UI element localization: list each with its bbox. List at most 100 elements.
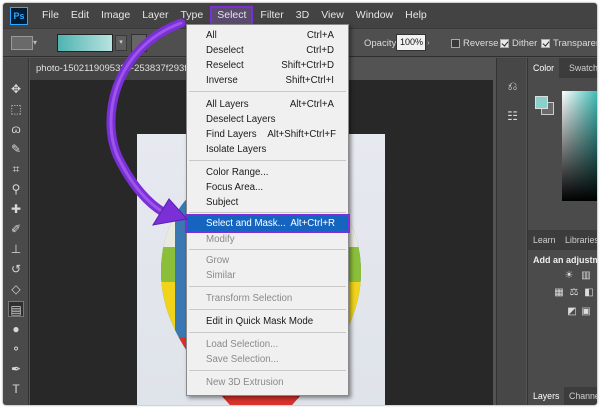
brush-tool-icon[interactable]: ✐ — [8, 221, 24, 237]
color-picker-field[interactable] — [562, 91, 597, 201]
menu-item-deselect[interactable]: Deselect Ctrl+D — [187, 43, 348, 58]
tab-libraries[interactable]: Libraries — [560, 230, 597, 250]
quick-selection-tool-icon[interactable]: ✎ — [8, 141, 24, 157]
menu-separator — [189, 370, 346, 371]
menu-layer[interactable]: Layer — [136, 3, 174, 28]
menu-item-label: Grow — [206, 255, 230, 266]
menu-item-label: Subject — [206, 197, 239, 208]
opacity-input[interactable]: 100% — [396, 34, 426, 51]
foreground-color-swatch[interactable] — [535, 96, 548, 109]
tab-color[interactable]: Color — [528, 58, 560, 78]
color-panel-tabs: Color Swatches — [528, 58, 597, 78]
history-panel-icon[interactable]: ⎌ — [504, 78, 521, 95]
tool-preset-picker[interactable] — [11, 36, 33, 50]
tab-swatches[interactable]: Swatches — [564, 58, 597, 78]
menu-item-grow[interactable]: Grow — [187, 253, 348, 268]
invert-icon[interactable]: ◩ — [566, 306, 578, 318]
tab-learn[interactable]: Learn — [528, 230, 561, 250]
menu-item-all-layers[interactable]: All Layers Alt+Ctrl+A — [187, 97, 348, 112]
menu-separator — [189, 160, 346, 161]
menu-window[interactable]: Window — [350, 3, 399, 28]
document-tab[interactable]: photo-1502119095335-253837f293f9 — [30, 58, 188, 80]
black-white-icon[interactable]: ◧ — [583, 287, 595, 299]
menu-edit[interactable]: Edit — [65, 3, 95, 28]
layers-panel-tabs: Layers Channels — [528, 387, 597, 405]
shortcut: Ctrl+D — [306, 45, 334, 56]
menu-item-modify[interactable]: Modify — [187, 232, 348, 247]
clone-stamp-tool-icon[interactable]: ⊥ — [8, 241, 24, 257]
healing-brush-tool-icon[interactable]: ✚ — [8, 201, 24, 217]
shortcut: Shift+Ctrl+I — [285, 75, 334, 86]
menu-item-isolate-layers[interactable]: Isolate Layers — [187, 142, 348, 157]
menu-item-find-layers[interactable]: Find Layers Alt+Shift+Ctrl+F — [187, 127, 348, 142]
linear-gradient-button[interactable] — [131, 34, 147, 52]
menu-item-similar[interactable]: Similar — [187, 268, 348, 283]
menu-item-color-range[interactable]: Color Range... — [187, 165, 348, 180]
chevron-down-icon[interactable]: › — [427, 38, 430, 47]
menu-item-reselect[interactable]: Reselect Shift+Ctrl+D — [187, 58, 348, 73]
menu-item-label: Select and Mask... — [206, 218, 286, 229]
eraser-tool-icon[interactable]: ◇ — [8, 281, 24, 297]
menu-image[interactable]: Image — [95, 3, 136, 28]
menu-item-label: Edit in Quick Mask Mode — [206, 316, 314, 327]
type-tool-icon[interactable]: T — [8, 381, 24, 397]
hue-saturation-icon[interactable]: ▦ — [553, 287, 565, 299]
menu-item-label: Deselect — [206, 45, 244, 56]
menu-item-transform-selection[interactable]: Transform Selection — [187, 291, 348, 306]
menu-item-load-selection[interactable]: Load Selection... — [187, 337, 348, 352]
lasso-tool-icon[interactable]: ɷ — [8, 121, 24, 137]
menu-item-quick-mask[interactable]: Edit in Quick Mask Mode — [187, 314, 348, 329]
history-brush-tool-icon[interactable]: ↺ — [8, 261, 24, 277]
eyedropper-tool-icon[interactable]: ⚲ — [8, 181, 24, 197]
menu-file[interactable]: File — [36, 3, 65, 28]
menu-select[interactable]: Select — [210, 6, 254, 25]
gradient-picker[interactable] — [57, 34, 113, 52]
menu-item-select-and-mask[interactable]: Select and Mask... Alt+Ctrl+R — [185, 214, 350, 233]
levels-icon[interactable]: ▥ — [580, 270, 592, 282]
menu-item-focus-area[interactable]: Focus Area... — [187, 180, 348, 195]
properties-panel-icon[interactable]: ☷ — [504, 108, 521, 125]
chevron-down-icon[interactable]: ▾ — [33, 38, 37, 47]
menu-separator — [189, 212, 346, 213]
gradient-dropdown-button[interactable]: ▾ — [115, 35, 127, 51]
menu-help[interactable]: Help — [399, 3, 433, 28]
crop-tool-icon[interactable]: ⌗ — [8, 161, 24, 177]
menu-item-new-3d-extrusion[interactable]: New 3D Extrusion — [187, 375, 348, 390]
menu-item-all[interactable]: All Ctrl+A — [187, 28, 348, 43]
menu-separator — [189, 249, 346, 250]
marquee-tool-icon[interactable]: ⬚ — [8, 101, 24, 117]
menu-item-inverse[interactable]: Inverse Shift+Ctrl+I — [187, 73, 348, 88]
pen-tool-icon[interactable]: ✒ — [8, 361, 24, 377]
shortcut: Shift+Ctrl+D — [281, 60, 334, 71]
menu-separator — [189, 309, 346, 310]
color-balance-icon[interactable]: ⚖ — [568, 287, 580, 299]
menu-item-label: Similar — [206, 270, 236, 281]
dither-checkbox[interactable] — [500, 39, 509, 48]
move-tool-icon[interactable]: ✥ — [8, 81, 24, 97]
menu-item-label: Color Range... — [206, 167, 269, 178]
menu-item-deselect-layers[interactable]: Deselect Layers — [187, 112, 348, 127]
menu-item-label: Load Selection... — [206, 339, 279, 350]
menu-item-label: Focus Area... — [206, 182, 264, 193]
photoshop-window: Ps File Edit Image Layer Type Select Fil… — [3, 3, 597, 405]
photoshop-logo[interactable]: Ps — [10, 6, 28, 25]
transparency-label: Transparency — [553, 38, 597, 49]
tab-channels[interactable]: Channels — [564, 387, 597, 405]
menu-item-label: Transform Selection — [206, 293, 293, 304]
threshold-icon[interactable]: ▣ — [580, 306, 592, 318]
shortcut: Alt+Shift+Ctrl+F — [267, 129, 336, 140]
reverse-checkbox[interactable] — [451, 39, 460, 48]
panel-icon-dock: ⎌ ☷ — [496, 58, 526, 405]
dither-label: Dither — [512, 38, 538, 49]
shortcut: Alt+Ctrl+R — [290, 218, 335, 229]
gradient-tool-icon[interactable]: ▤ — [8, 301, 24, 317]
blur-tool-icon[interactable]: ● — [8, 321, 24, 337]
menu-item-label: Save Selection... — [206, 354, 279, 365]
brightness-icon[interactable]: ☀ — [563, 270, 575, 282]
shortcut: Alt+Ctrl+A — [289, 99, 334, 110]
menu-item-subject[interactable]: Subject — [187, 195, 348, 210]
transparency-checkbox[interactable] — [541, 39, 550, 48]
menu-item-save-selection[interactable]: Save Selection... — [187, 352, 348, 367]
dodge-tool-icon[interactable]: ⚬ — [8, 341, 24, 357]
tab-layers[interactable]: Layers — [528, 387, 565, 405]
